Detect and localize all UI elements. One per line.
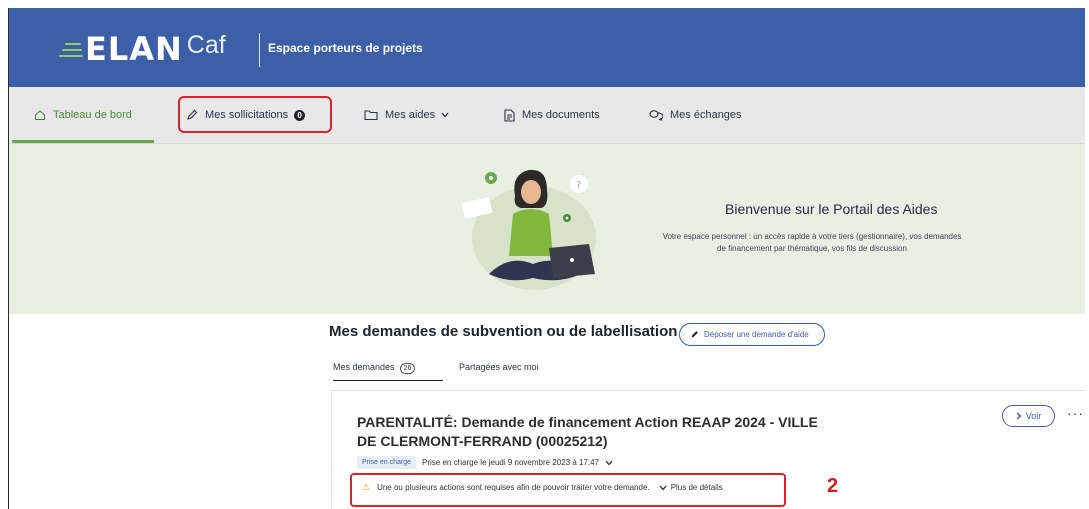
welcome-banner: ? Bienvenue sur le Portail des Aides Vot… [9,144,1085,314]
chat-icon [649,110,663,121]
welcome-text: Votre espace personnel : un accès rapide… [662,232,962,253]
header-divider [259,33,260,67]
folder-icon [364,110,378,121]
requests-section-title: Mes demandes de subvention ou de labelli… [329,323,678,340]
request-title[interactable]: PARENTALITÉ: Demande de financement Acti… [357,413,837,451]
tab-label: Partagées avec moi [459,362,539,372]
more-options-icon[interactable]: ··· [1067,405,1084,421]
deposit-request-label: Déposer une demande d'aide [704,330,809,339]
callout-number-2: 2 [827,475,839,497]
app-frame: ELAN Caf Espace porteurs de projets Tabl… [8,8,1085,509]
status-text: Prise en charge le jeudi 9 novembre 2023… [422,458,600,467]
tab-mes-demandes[interactable]: Mes demandes 26 [333,362,416,374]
welcome-illustration: ? [461,169,596,290]
nav-label: Tableau de bord [53,109,132,121]
deposit-request-button[interactable]: Déposer une demande d'aide [679,323,825,346]
nav-tableau-de-bord[interactable]: Tableau de bord [12,87,154,143]
home-icon [34,110,46,121]
nav-mes-documents[interactable]: Mes documents [504,87,600,143]
welcome-title: Bienvenue sur le Portail des Aides [725,201,938,217]
svg-text:?: ? [576,180,581,191]
callout-box-1 [178,96,332,133]
logo-lines-icon [59,39,83,59]
logo-elan-text: ELAN [85,30,183,68]
main-nav: Tableau de bord Mes sollicitations 0 Mes… [9,87,1085,144]
pencil-icon [691,331,698,338]
logo-caf-text: Caf [186,31,226,59]
nav-mes-aides[interactable]: Mes aides [364,87,456,143]
chevron-right-icon [1016,412,1022,420]
status-badge: Prise en charge [357,456,417,469]
tab-label: Mes demandes [333,362,395,372]
nav-label: Mes aides [385,109,436,121]
top-header: ELAN Caf Espace porteurs de projets [9,8,1085,87]
document-icon [504,108,515,122]
chevron-down-icon [441,112,449,118]
nav-label: Mes échanges [670,109,742,121]
voir-label: Voir [1025,411,1042,421]
voir-button[interactable]: Voir [1002,405,1055,427]
nav-label: Mes documents [522,109,600,121]
header-title: Espace porteurs de projets [268,41,423,55]
status-row: Prise en charge Prise en charge le jeudi… [357,456,613,469]
callout-box-2 [350,473,786,507]
active-tab-underline [333,380,443,381]
tab-partagees-avec-moi[interactable]: Partagées avec moi [459,362,539,372]
nav-mes-echanges[interactable]: Mes échanges [649,87,742,143]
chevron-down-icon[interactable] [605,460,613,466]
tab-count-badge: 26 [399,363,416,374]
elan-caf-logo[interactable]: ELAN Caf [59,27,226,67]
